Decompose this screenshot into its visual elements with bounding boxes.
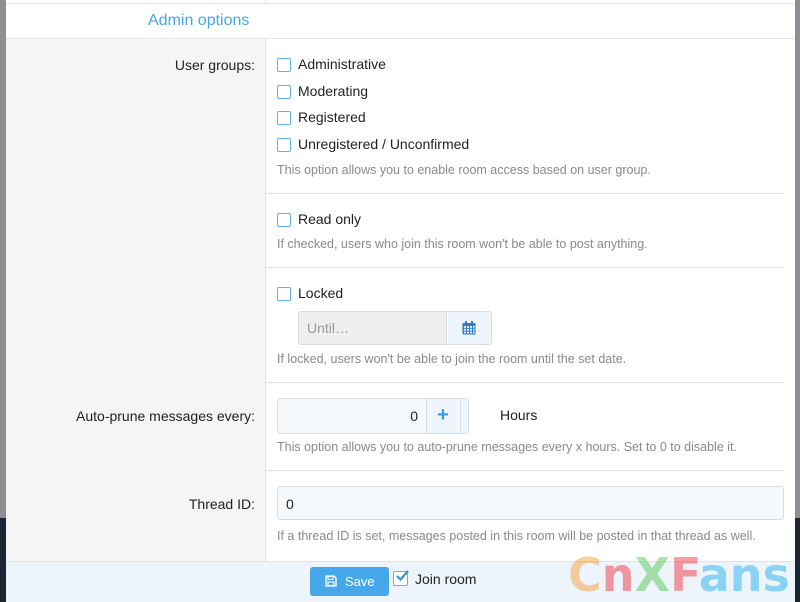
save-label: Save (345, 574, 375, 589)
checkbox-box[interactable] (277, 138, 291, 152)
divider (266, 193, 784, 194)
watermark-letter: F (669, 548, 699, 602)
read-only-hint: If checked, users who join this room won… (277, 237, 648, 251)
label-column (6, 39, 266, 561)
locked-hint: If locked, users won't be able to join t… (277, 352, 627, 366)
checkbox-box[interactable] (277, 287, 291, 301)
locked-until-input[interactable]: Until… (299, 312, 447, 344)
decrement-button[interactable]: − (460, 399, 468, 433)
divider (266, 382, 784, 383)
calendar-button[interactable] (448, 312, 491, 344)
user-groups-hint: This option allows you to enable room ac… (277, 163, 651, 177)
join-room-label[interactable]: Join room (415, 571, 476, 587)
thread-id-input[interactable]: 0 (277, 486, 784, 520)
thread-id-hint: If a thread ID is set, messages posted i… (277, 529, 756, 543)
auto-prune-hint: This option allows you to auto-prune mes… (277, 440, 737, 454)
floppy-disk-icon (325, 575, 337, 587)
increment-button[interactable]: + (426, 399, 459, 433)
thread-id-label: Thread ID: (188, 496, 255, 512)
user-groups-label: User groups: (174, 57, 255, 73)
auto-prune-stepper[interactable]: 0 + − (277, 398, 469, 434)
checkmark-icon (396, 570, 409, 582)
checkbox-label[interactable]: Moderating (298, 83, 368, 99)
auto-prune-input[interactable]: 0 (278, 399, 426, 433)
divider (266, 470, 784, 471)
watermark-letter: C (568, 548, 602, 602)
watermark-logo: CnXFans (568, 548, 790, 602)
checkbox-label[interactable]: Locked (298, 285, 343, 301)
checkbox-box[interactable] (277, 111, 291, 125)
section-header: Admin options (6, 4, 795, 39)
room-settings-modal: Admin options User groups: Administrativ… (6, 0, 795, 602)
save-button[interactable]: Save (310, 567, 389, 596)
checkbox-box[interactable] (393, 570, 409, 586)
divider (265, 0, 266, 3)
watermark-letter: X (634, 548, 670, 602)
checkbox-box[interactable] (277, 58, 291, 72)
section-title: Admin options (148, 12, 250, 29)
checkbox-box[interactable] (277, 213, 291, 227)
auto-prune-unit: Hours (500, 407, 538, 423)
checkbox-label[interactable]: Registered (298, 109, 366, 125)
checkbox-label[interactable]: Unregistered / Unconfirmed (298, 136, 469, 152)
checkbox-label[interactable]: Read only (298, 211, 361, 227)
locked-until-date-picker[interactable]: Until… (298, 311, 492, 345)
calendar-icon (462, 321, 476, 335)
checkbox-label[interactable]: Administrative (298, 56, 386, 72)
checkbox-box[interactable] (277, 85, 291, 99)
watermark-letter: ans (698, 548, 790, 602)
watermark-letter: n (601, 548, 635, 602)
auto-prune-label: Auto-prune messages every: (76, 408, 255, 424)
divider (266, 267, 784, 268)
